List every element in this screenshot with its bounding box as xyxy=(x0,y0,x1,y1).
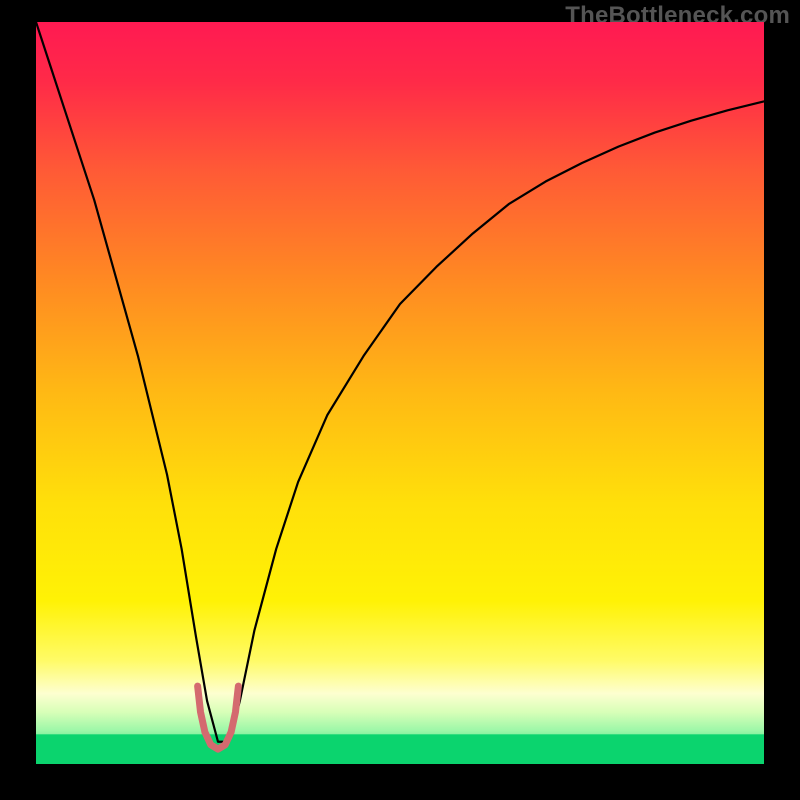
bottleneck-chart xyxy=(36,22,764,764)
green-band xyxy=(36,734,764,764)
chart-frame: TheBottleneck.com xyxy=(0,0,800,800)
